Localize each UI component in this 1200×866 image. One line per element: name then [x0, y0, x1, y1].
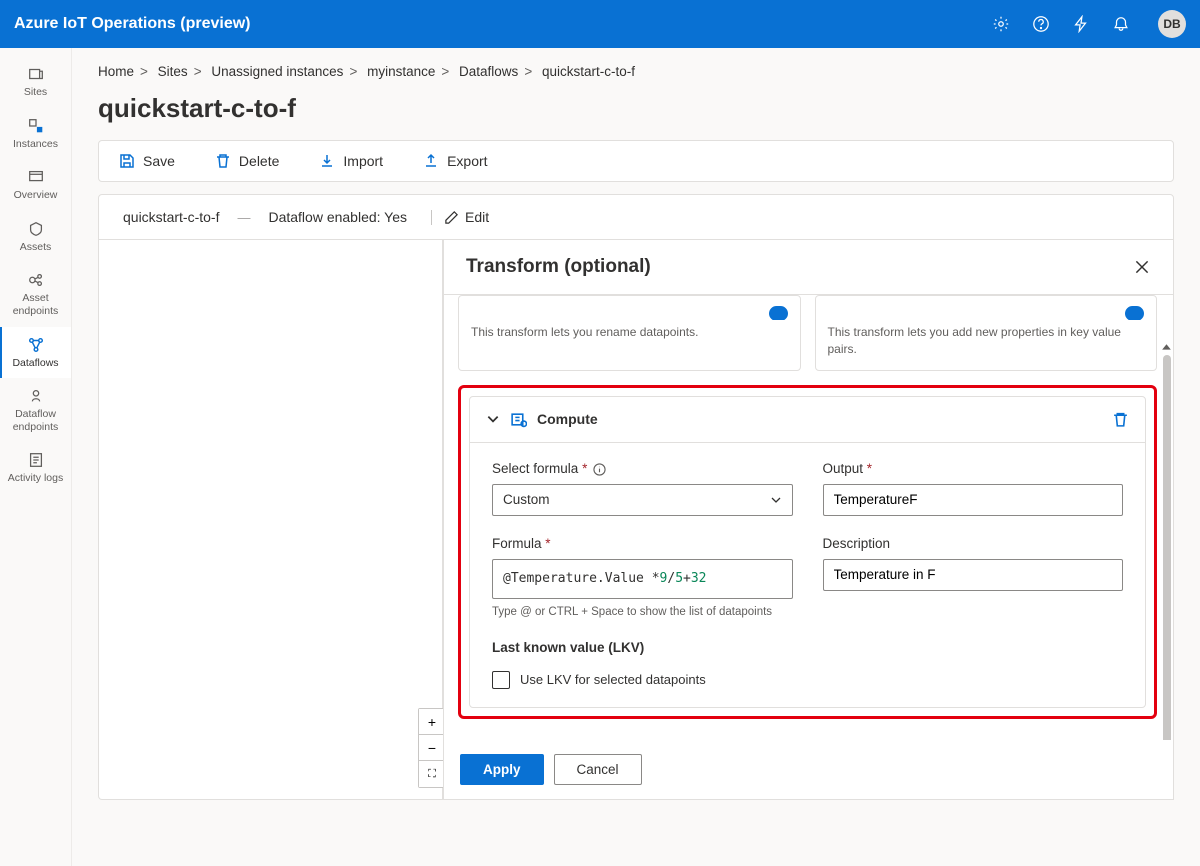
newprop-desc: This transform lets you add new properti…: [828, 324, 1145, 358]
transform-panel: Transform (optional) This transform lets…: [443, 240, 1174, 800]
export-button[interactable]: Export: [423, 153, 487, 169]
import-label: Import: [343, 153, 383, 169]
whatsnew-icon[interactable]: [1072, 15, 1090, 33]
dropdown-chevron-icon: [770, 494, 782, 506]
save-button[interactable]: Save: [119, 153, 175, 169]
top-header: Azure IoT Operations (preview) DB: [0, 0, 1200, 48]
crumb-unassigned[interactable]: Unassigned instances: [211, 64, 343, 79]
lkv-checkbox-label: Use LKV for selected datapoints: [520, 672, 706, 687]
crumb-dataflows[interactable]: Dataflows: [459, 64, 518, 79]
delete-icon[interactable]: [1112, 411, 1129, 428]
crumb-instance[interactable]: myinstance: [367, 64, 435, 79]
crumb-sites[interactable]: Sites: [158, 64, 188, 79]
nav-dataflows-label: Dataflows: [12, 357, 58, 370]
compute-icon: [510, 411, 527, 428]
lkv-heading: Last known value (LKV): [492, 640, 1123, 655]
edit-button[interactable]: Edit: [431, 209, 489, 225]
scroll-up-icon[interactable]: [1160, 341, 1173, 354]
formula-hint: Type @ or CTRL + Space to show the list …: [492, 604, 793, 620]
status-row: quickstart-c-to-f — Dataflow enabled: Ye…: [98, 194, 1174, 240]
newprop-add-pill[interactable]: [1125, 306, 1144, 320]
nav-overview[interactable]: Overview: [0, 159, 71, 211]
nav-asset-endpoints-label: Asset endpoints: [4, 292, 67, 317]
crumb-current: quickstart-c-to-f: [542, 64, 635, 79]
graph-canvas[interactable]: [98, 240, 443, 800]
main-content: Home> Sites> Unassigned instances> myins…: [72, 48, 1200, 866]
info-icon[interactable]: [593, 463, 606, 476]
nav-activity-logs[interactable]: Activity logs: [0, 442, 71, 494]
rename-add-pill[interactable]: [769, 306, 788, 320]
nav-activity-logs-label: Activity logs: [8, 472, 63, 485]
nav-asset-endpoints[interactable]: Asset endpoints: [0, 262, 71, 326]
user-avatar[interactable]: DB: [1158, 10, 1186, 38]
help-icon[interactable]: [1032, 15, 1050, 33]
description-input[interactable]: [823, 559, 1124, 591]
crumb-home[interactable]: Home: [98, 64, 134, 79]
compute-card: Compute Select formula *: [469, 396, 1146, 708]
nav-dataflows[interactable]: Dataflows: [0, 327, 71, 379]
export-label: Export: [447, 153, 487, 169]
description-label: Description: [823, 536, 1124, 551]
dataflow-enabled: Dataflow enabled: Yes: [268, 209, 407, 225]
save-label: Save: [143, 153, 175, 169]
lkv-checkbox[interactable]: [492, 671, 510, 689]
formula-label: Formula *: [492, 536, 793, 551]
output-label: Output *: [823, 461, 1124, 476]
import-button[interactable]: Import: [319, 153, 383, 169]
nav-instances-label: Instances: [13, 138, 58, 151]
delete-button[interactable]: Delete: [215, 153, 279, 169]
toolbar: Save Delete Import Export: [98, 140, 1174, 182]
edit-label: Edit: [465, 209, 489, 225]
select-formula-input[interactable]: Custom: [492, 484, 793, 516]
rename-desc: This transform lets you rename datapoint…: [471, 324, 788, 341]
scrollbar[interactable]: [1163, 355, 1171, 740]
select-formula-label: Select formula *: [492, 461, 793, 476]
delete-label: Delete: [239, 153, 279, 169]
settings-icon[interactable]: [992, 15, 1010, 33]
nav-dataflow-endpoints-label: Dataflow endpoints: [4, 408, 67, 433]
separator: —: [237, 210, 250, 225]
nav-sites-label: Sites: [24, 86, 47, 99]
nav-instances[interactable]: Instances: [0, 108, 71, 160]
header-actions: DB: [992, 10, 1186, 38]
left-nav: Sites Instances Overview Assets Asset en…: [0, 48, 72, 866]
nav-assets-label: Assets: [20, 241, 52, 254]
nav-dataflow-endpoints[interactable]: Dataflow endpoints: [0, 378, 71, 442]
page-title: quickstart-c-to-f: [72, 89, 1200, 140]
zoom-fit-button[interactable]: ⛶: [419, 761, 445, 787]
nav-sites[interactable]: Sites: [0, 56, 71, 108]
cancel-button[interactable]: Cancel: [554, 754, 642, 785]
newprop-tile[interactable]: This transform lets you add new properti…: [815, 295, 1158, 371]
compute-highlight: Compute Select formula *: [458, 385, 1157, 719]
zoom-in-button[interactable]: +: [419, 709, 445, 735]
notifications-icon[interactable]: [1112, 15, 1130, 33]
breadcrumb: Home> Sites> Unassigned instances> myins…: [72, 48, 1200, 89]
chevron-down-icon[interactable]: [486, 412, 500, 426]
zoom-controls: + − ⛶: [418, 708, 446, 788]
compute-title: Compute: [537, 411, 1102, 427]
panel-heading: Transform (optional): [466, 256, 1133, 278]
close-icon[interactable]: [1133, 258, 1151, 276]
nav-overview-label: Overview: [14, 189, 58, 202]
app-title: Azure IoT Operations (preview): [14, 15, 992, 33]
output-input[interactable]: [823, 484, 1124, 516]
formula-input[interactable]: @Temperature.Value * 9/5 + 32: [492, 559, 793, 599]
apply-button[interactable]: Apply: [460, 754, 544, 785]
zoom-out-button[interactable]: −: [419, 735, 445, 761]
select-formula-value: Custom: [503, 492, 550, 507]
dataflow-name: quickstart-c-to-f: [123, 209, 219, 225]
rename-tile[interactable]: This transform lets you rename datapoint…: [458, 295, 801, 371]
nav-assets[interactable]: Assets: [0, 211, 71, 263]
